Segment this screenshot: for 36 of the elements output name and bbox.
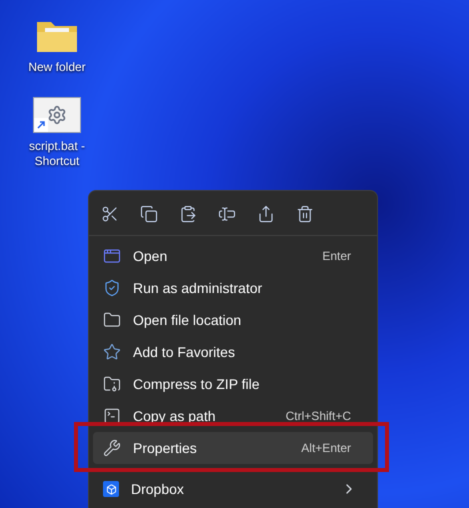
shortcut-file-icon[interactable]: [33, 97, 81, 133]
menu-item-label: Dropbox: [131, 480, 185, 499]
zip-folder-icon: [103, 375, 121, 393]
menu-item-label: Open: [133, 246, 168, 266]
shortcut-text: Ctrl+Shift+C: [286, 408, 351, 425]
menu-item[interactable]: Properties Alt+Enter: [93, 432, 373, 464]
star-icon: [103, 343, 121, 361]
menu-item[interactable]: Open file location: [93, 304, 373, 336]
window-icon: [103, 247, 121, 265]
menu-item-label: Open file location: [133, 310, 242, 330]
menu-item[interactable]: Dropbox: [93, 473, 373, 505]
desktop-icon-label[interactable]: New folder: [22, 60, 92, 75]
shortcut-text: Enter: [322, 248, 351, 265]
scissors-icon: [101, 205, 119, 223]
box-icon: [103, 481, 119, 497]
rename-icon: [218, 205, 236, 223]
menu-item-label: Add to Favorites: [133, 342, 236, 362]
shortcut-text: Alt+Enter: [301, 440, 351, 457]
folder-icon: [103, 311, 121, 329]
wrench-icon: [103, 439, 121, 457]
copy-icon: [140, 205, 158, 223]
menu-item-label: Compress to ZIP file: [133, 374, 261, 394]
trash-icon: [296, 205, 314, 223]
menu-item-label: Run as administrator: [133, 278, 264, 298]
menu-item[interactable]: Compress to ZIP file: [93, 368, 373, 400]
terminal-icon: [103, 407, 121, 425]
shortcut-arrow-icon: [34, 118, 48, 132]
menu-item[interactable]: Open Enter: [93, 240, 373, 272]
desktop-icon-label[interactable]: script.bat - Shortcut: [22, 139, 92, 169]
menu-item[interactable]: Add to Favorites: [93, 336, 373, 368]
menu-item[interactable]: Run as administrator: [93, 272, 373, 304]
shield-icon: [103, 279, 121, 297]
share-icon: [257, 205, 275, 223]
menu-item-label: Properties: [133, 438, 198, 458]
gear-icon: [47, 105, 67, 125]
clipboard-icon: [179, 205, 197, 223]
